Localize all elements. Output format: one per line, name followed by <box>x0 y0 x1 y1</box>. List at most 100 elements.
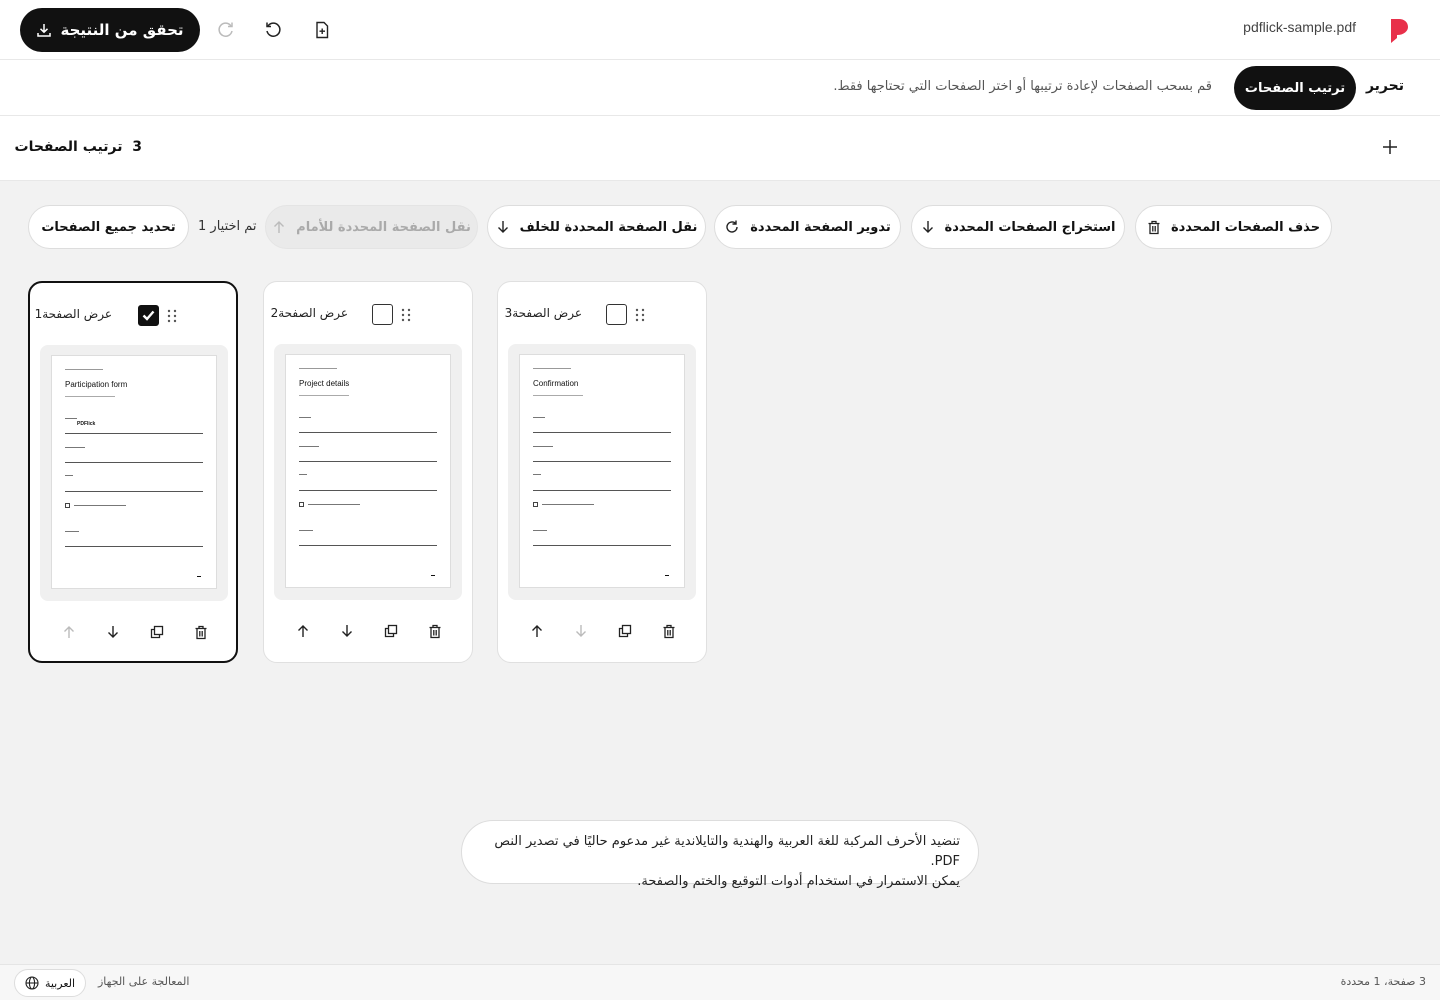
status-footer: 3 صفحة، 1 محددة المعالجة على الجهاز العر… <box>0 964 1440 1000</box>
move-forward-button[interactable]: نقل الصفحة المحددة للأمام <box>265 205 478 249</box>
page-view-label: عرض الصفحة2 <box>270 306 348 320</box>
card-actions <box>264 622 472 640</box>
add-file-button[interactable] <box>308 16 336 44</box>
page-view-label: عرض الصفحة1 <box>34 307 112 321</box>
card-actions <box>30 623 236 641</box>
page-preview: Project details <box>285 354 451 588</box>
page-view-label: عرض الصفحة3 <box>504 306 582 320</box>
trash-icon <box>429 624 441 638</box>
page-count: 3 <box>132 139 142 155</box>
thumb-checkbox <box>65 503 70 508</box>
mode-tabs-bar: تحرير ترتيب الصفحات قم بسحب الصفحات لإعا… <box>0 60 1440 116</box>
duplicate-page-button[interactable] <box>148 623 166 641</box>
trash-icon <box>663 624 675 638</box>
thumb-field-label-line <box>65 531 79 532</box>
thumb-page-number <box>431 575 435 576</box>
export-label: تحقق من النتيجة <box>60 21 184 39</box>
move-down-button[interactable] <box>338 622 356 640</box>
redo-icon <box>218 22 233 37</box>
page-thumbnail[interactable]: Project details <box>274 344 462 600</box>
language-button[interactable]: العربية <box>14 969 86 997</box>
section-title-text: ترتيب الصفحات <box>14 139 123 155</box>
thumb-signature-line <box>533 545 671 546</box>
rotate-label: تدوير الصفحة المحددة <box>750 219 891 235</box>
thumb-field-line <box>299 432 437 433</box>
thumb-field-line <box>299 490 437 491</box>
top-bar: pdflick-sample.pdf تحقق من النتيجة <box>0 0 1440 60</box>
thumb-field-label-line <box>533 417 545 418</box>
arrow-up-icon <box>64 626 74 638</box>
move-up-button[interactable] <box>528 622 546 640</box>
tab-edit[interactable]: تحرير <box>1366 78 1404 94</box>
duplicate-icon <box>150 625 164 639</box>
thumb-header-line <box>299 368 337 369</box>
trash-icon <box>195 625 207 639</box>
thumb-subtitle-line <box>533 395 583 396</box>
duplicate-page-button[interactable] <box>616 622 634 640</box>
thumb-header-line <box>533 368 571 369</box>
select-all-button[interactable]: تحديد جميع الصفحات <box>28 205 189 249</box>
page-card[interactable]: عرض الصفحة3 Confirmation <box>497 281 707 663</box>
thumb-checkbox-label-line <box>308 504 360 505</box>
selected-count: تم اختيار 1 <box>198 219 257 234</box>
page-select-checkbox[interactable] <box>138 305 159 326</box>
delete-page-button[interactable] <box>660 622 678 640</box>
rtl-support-notice: تنضيد الأحرف المركبة للغة العربية والهند… <box>461 820 979 889</box>
tab-description: قم بسحب الصفحات لإعادة ترتيبها أو اختر ا… <box>833 79 1212 94</box>
page-status: 3 صفحة، 1 محددة <box>1340 975 1426 988</box>
thumb-header-line <box>65 369 103 370</box>
page-select-checkbox[interactable] <box>606 304 627 325</box>
thumb-title: Project details <box>299 379 350 388</box>
page-preview: Participation form PDFlick <box>51 355 217 589</box>
thumb-field-label-line <box>299 474 307 475</box>
duplicate-page-button[interactable] <box>382 622 400 640</box>
thumb-subtitle-line <box>65 396 115 397</box>
page-thumbnail[interactable]: Participation form PDFlick <box>40 345 228 601</box>
thumb-field-line <box>65 491 203 492</box>
language-label: العربية <box>44 976 76 990</box>
drag-handle-icon[interactable] <box>634 307 646 323</box>
thumb-field-label-line <box>65 475 73 476</box>
extract-button[interactable]: استخراج الصفحات المحددة <box>911 205 1125 249</box>
duplicate-icon <box>618 624 632 638</box>
arrow-up-icon <box>274 221 285 233</box>
page-preview: Confirmation <box>519 354 685 588</box>
globe-icon <box>25 976 39 990</box>
add-page-plus-icon[interactable] <box>1378 135 1402 159</box>
delete-page-button[interactable] <box>192 623 210 641</box>
drag-handle-icon[interactable] <box>166 308 178 324</box>
thumb-field-line <box>299 461 437 462</box>
move-down-button[interactable] <box>572 622 590 640</box>
thumb-field-label-line <box>533 446 553 447</box>
download-icon <box>37 24 52 37</box>
export-button[interactable]: تحقق من النتيجة <box>20 8 200 52</box>
rotate-button[interactable]: تدوير الصفحة المحددة <box>714 205 901 249</box>
delete-selected-button[interactable]: حذف الصفحات المحددة <box>1135 205 1332 249</box>
undo-button[interactable] <box>259 16 287 44</box>
move-down-button[interactable] <box>104 623 122 641</box>
move-up-button[interactable] <box>60 623 78 641</box>
redo-button[interactable] <box>212 16 240 44</box>
page-card[interactable]: عرض الصفحة2 Project details <box>263 281 473 663</box>
app-logo-icon <box>1391 19 1408 43</box>
processing-status: المعالجة على الجهاز <box>98 975 190 988</box>
page-card[interactable]: عرض الصفحة1 Participation form PDFlick <box>28 281 238 663</box>
delete-label: حذف الصفحات المحددة <box>1170 219 1321 235</box>
drag-handle-icon[interactable] <box>400 307 412 323</box>
thumb-field-label-line <box>533 530 547 531</box>
arrow-down-icon <box>108 626 118 638</box>
page-select-checkbox[interactable] <box>372 304 393 325</box>
thumb-page-number <box>665 575 669 576</box>
move-up-button[interactable] <box>294 622 312 640</box>
thumb-title: Confirmation <box>533 379 579 388</box>
thumb-checkbox-label-line <box>542 504 594 505</box>
delete-page-button[interactable] <box>426 622 444 640</box>
arrow-down-icon <box>576 625 586 637</box>
thumb-field-label-line <box>65 447 85 448</box>
page-thumbnail[interactable]: Confirmation <box>508 344 696 600</box>
thumb-title: Participation form <box>65 380 128 389</box>
tab-reorder-pages[interactable]: ترتيب الصفحات <box>1234 66 1356 110</box>
move-back-button[interactable]: نقل الصفحة المحددة للخلف <box>487 205 706 249</box>
section-header: 3 ترتيب الصفحات <box>0 116 1440 181</box>
thumb-checkbox <box>533 502 538 507</box>
